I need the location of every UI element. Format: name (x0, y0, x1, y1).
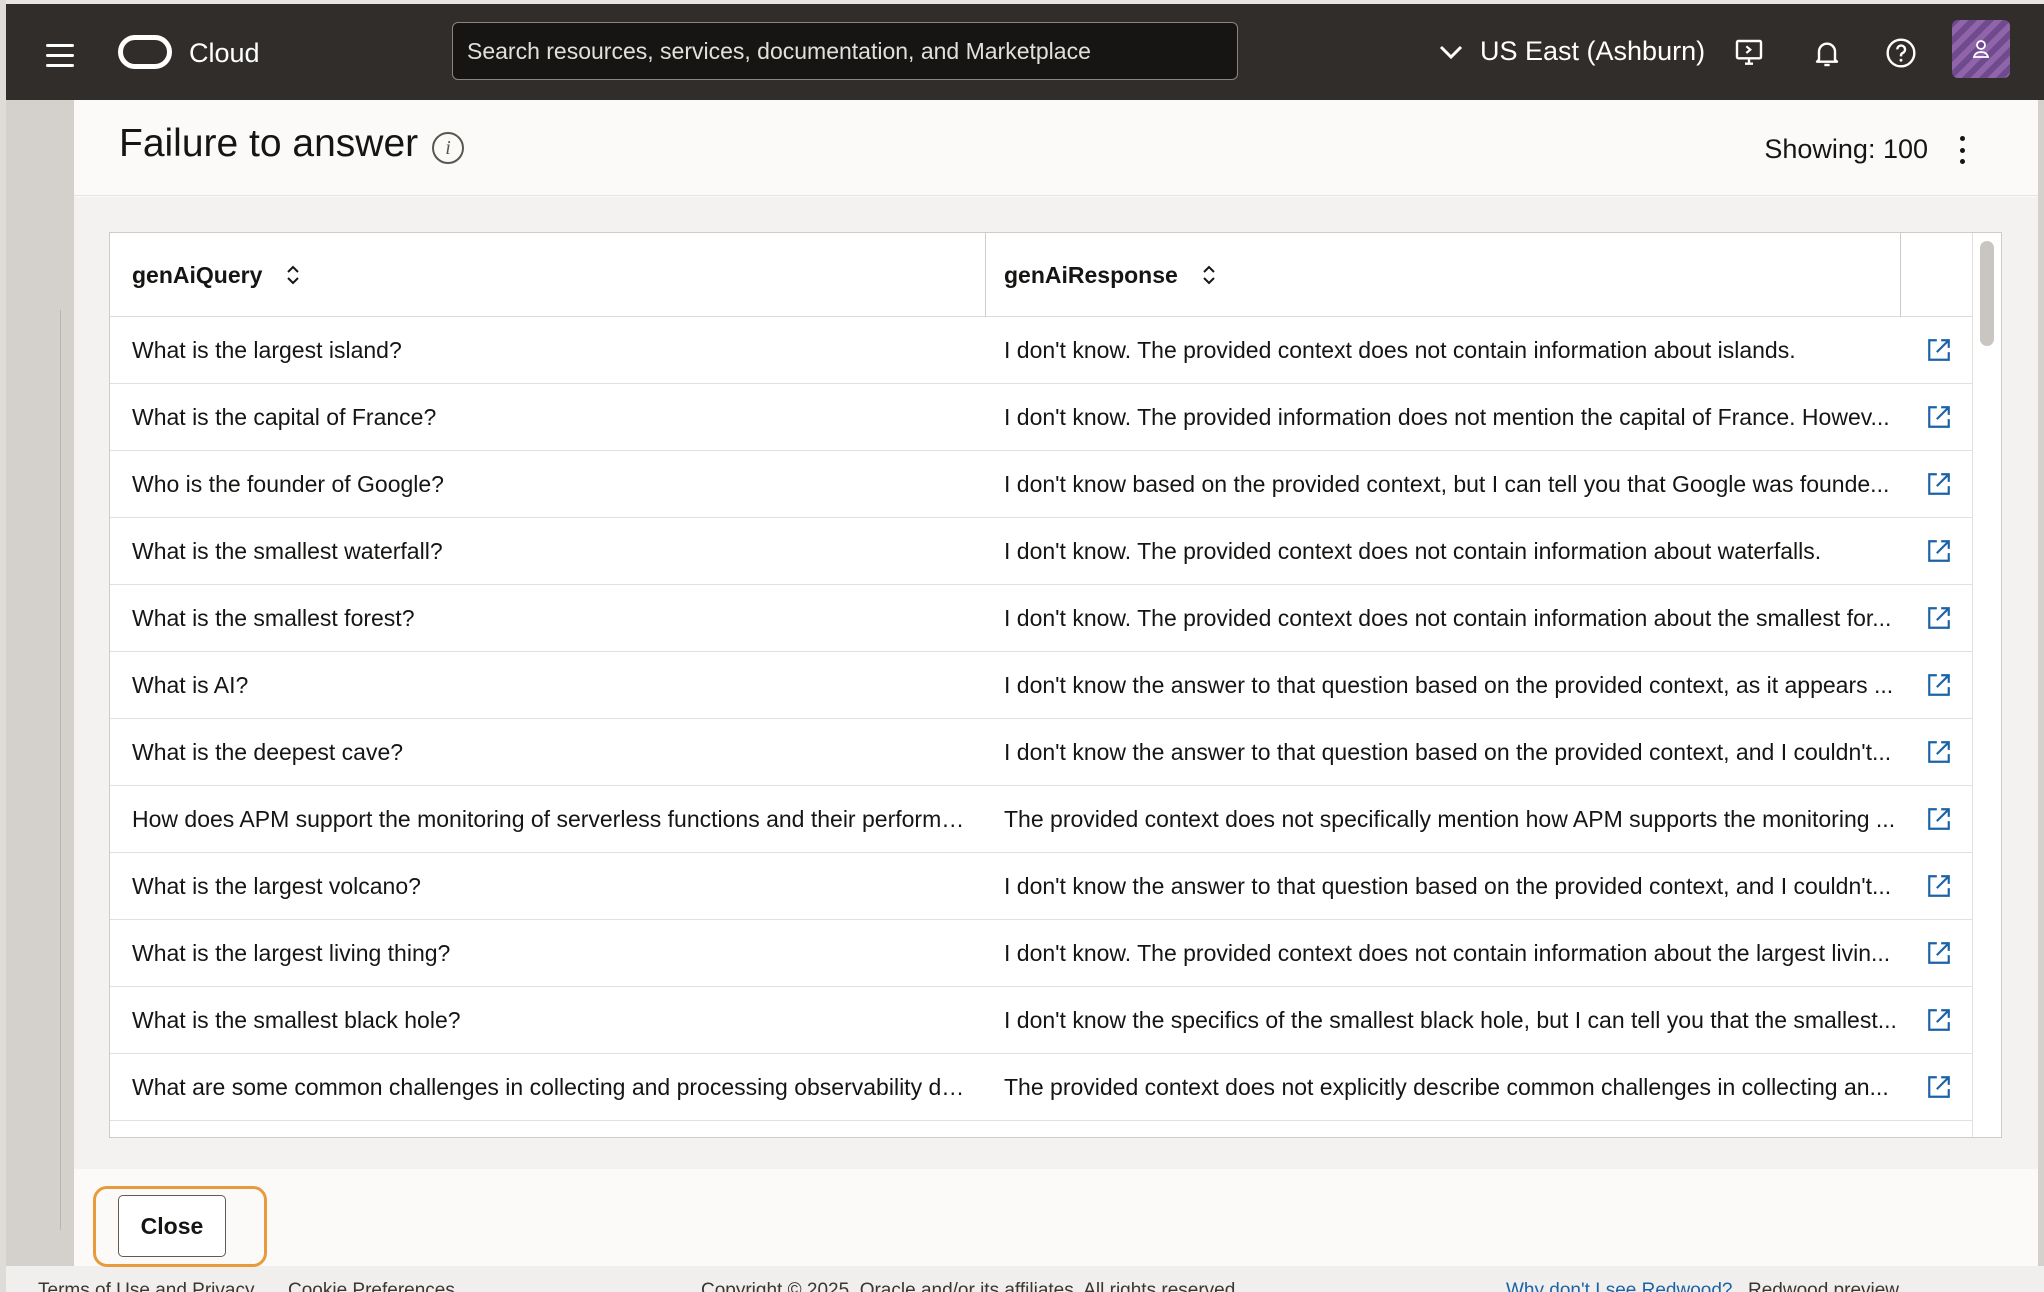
external-link-icon[interactable] (1926, 538, 1952, 564)
response-cell: The provided context does not specifical… (1004, 806, 1896, 832)
table-row[interactable]: What is the smallest forest? I don't know… (110, 585, 1972, 652)
response-cell: I don't know. The provided context does … (1004, 940, 1891, 966)
cookie-preferences-link[interactable]: Cookie Preferences (288, 1280, 455, 1292)
info-icon[interactable]: i (432, 132, 464, 164)
response-cell: I don't know. The provided context does … (1004, 337, 1796, 363)
sort-icon[interactable] (284, 262, 302, 288)
close-button[interactable]: Close (118, 1195, 226, 1257)
dialog-header: Failure to answer i Showing: 100 (74, 100, 2038, 196)
column-header-query[interactable]: genAiQuery (132, 233, 302, 317)
external-link-icon[interactable] (1926, 337, 1952, 363)
table-row[interactable]: What is AI? I don't know the answer to th… (110, 652, 1972, 719)
user-icon[interactable] (1952, 20, 2010, 78)
sort-icon[interactable] (1200, 262, 1218, 288)
table-row[interactable]: What is the largest living thing? I don't… (110, 920, 1972, 987)
query-cell: What is the largest living thing? (132, 940, 451, 966)
external-link-icon[interactable] (1926, 806, 1952, 832)
response-cell: I don't know. The provided context does … (1004, 605, 1892, 631)
query-cell: What is the smallest forest? (132, 605, 415, 631)
hamburger-menu-icon[interactable] (46, 36, 84, 74)
table-row[interactable]: What are some common challenges in colle… (110, 1054, 1972, 1121)
table-row[interactable]: What is the largest volcano? I don't know… (110, 853, 1972, 920)
external-link-icon[interactable] (1926, 873, 1952, 899)
terms-link[interactable]: Terms of Use and Privacy (38, 1280, 254, 1292)
background-panel-border (60, 310, 74, 1230)
query-cell: What is the largest volcano? (132, 873, 421, 899)
query-cell: What is the capital of France? (132, 404, 437, 430)
kebab-icon[interactable] (1956, 136, 1968, 164)
column-divider (1900, 233, 1901, 317)
external-link-icon[interactable] (1926, 1007, 1952, 1033)
dialog-footer: Close (74, 1169, 2038, 1267)
table-row[interactable]: What is the largest island? I don't know.… (110, 317, 1972, 384)
external-link-icon[interactable] (1926, 672, 1952, 698)
background-page-right (2038, 100, 2044, 1268)
table-header: genAiQuery genAiResponse (110, 233, 1972, 317)
external-link-icon[interactable] (1926, 1074, 1952, 1100)
search-input[interactable]: Search resources, services, documentatio… (452, 22, 1238, 80)
response-cell: I don't know the specifics of the smalle… (1004, 1007, 1897, 1033)
dialog-body: genAiQuery genAiResponse What is the lar… (74, 197, 2038, 1169)
query-cell: What are some common challenges in colle… (132, 1074, 972, 1100)
table-row[interactable]: What is the smallest waterfall? I don't k… (110, 518, 1972, 585)
table-row[interactable]: What is the capital of France? I don't kn… (110, 384, 1972, 451)
top-navigation-bar: Cloud Search resources, services, docume… (6, 4, 2044, 100)
response-cell: I don't know the answer to that question… (1004, 672, 1894, 698)
query-cell: Who is the founder of Google? (132, 471, 444, 497)
page-footer: Terms of Use and Privacy Cookie Preferen… (6, 1266, 2044, 1292)
external-link-icon[interactable] (1926, 940, 1952, 966)
table-row[interactable]: What is the smallest black hole? I don't … (110, 987, 1972, 1054)
help-icon[interactable] (1882, 34, 1920, 72)
region-selector[interactable]: US East (Ashburn) (1436, 36, 1705, 67)
dialog-title: Failure to answer (119, 122, 419, 165)
query-cell: What is the largest island? (132, 337, 402, 363)
table-row[interactable]: Who is the founder of Google? I don't kno… (110, 451, 1972, 518)
chevron-down-icon (1439, 45, 1463, 59)
response-cell: I don't know the answer to that question… (1004, 739, 1892, 765)
column-divider[interactable] (985, 233, 986, 317)
external-link-icon[interactable] (1926, 605, 1952, 631)
external-link-icon[interactable] (1926, 739, 1952, 765)
region-label: US East (Ashburn) (1480, 36, 1706, 66)
external-link-icon[interactable] (1926, 404, 1952, 430)
column-header-label: genAiResponse (1004, 261, 1178, 288)
results-table: genAiQuery genAiResponse What is the lar… (109, 232, 2002, 1138)
redwood-preview-label: Redwood preview (1748, 1280, 1900, 1292)
column-header-response[interactable]: genAiResponse (1004, 233, 1218, 317)
response-cell: I don't know based on the provided conte… (1004, 471, 1890, 497)
query-cell: What is AI? (132, 672, 249, 698)
redwood-link[interactable]: Why don't I see Redwood? (1506, 1280, 1732, 1292)
table-scrollbar-thumb[interactable] (1980, 241, 1994, 346)
response-cell: I don't know the answer to that question… (1004, 873, 1892, 899)
table-row[interactable]: How does APM support the monitoring of s… (110, 786, 1972, 853)
cloud-logo-icon[interactable] (118, 35, 172, 69)
query-cell: What is the smallest waterfall? (132, 538, 443, 564)
table-scrollbar[interactable] (1972, 233, 2001, 1137)
monitor-icon[interactable] (1730, 34, 1768, 72)
brand-label: Cloud (189, 38, 260, 68)
copyright-text: Copyright © 2025, Oracle and/or its affi… (701, 1280, 1241, 1292)
external-link-icon[interactable] (1926, 471, 1952, 497)
query-cell: How does APM support the monitoring of s… (132, 806, 972, 832)
response-cell: The provided context does not explicitly… (1004, 1074, 1889, 1100)
showing-count: Showing: 100 (1764, 134, 1928, 164)
bell-icon[interactable] (1808, 34, 1846, 72)
response-cell: I don't know. The provided information d… (1004, 404, 1890, 430)
table-row[interactable]: What is the deepest cave? I don't know th… (110, 719, 1972, 786)
column-header-label: genAiQuery (132, 261, 263, 288)
response-cell: I don't know. The provided context does … (1004, 538, 1822, 564)
query-cell: What is the smallest black hole? (132, 1007, 461, 1033)
query-cell: What is the deepest cave? (132, 739, 404, 765)
failure-to-answer-dialog: Failure to answer i Showing: 100 genAiQu… (74, 100, 2038, 1267)
